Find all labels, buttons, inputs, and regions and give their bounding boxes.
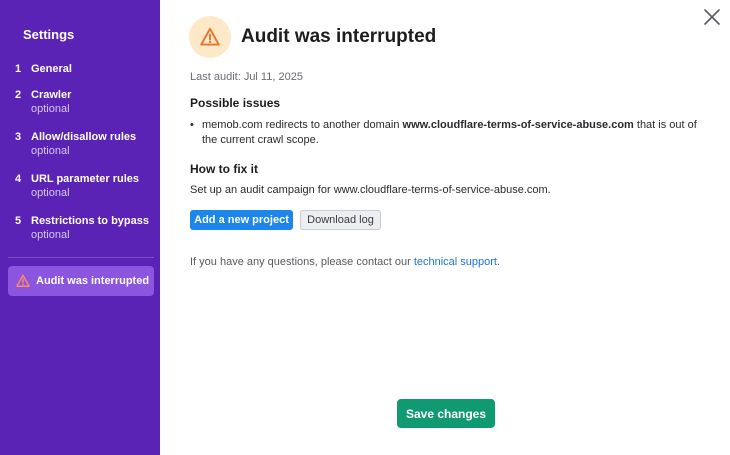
possible-issues-heading: Possible issues bbox=[190, 96, 281, 110]
warning-triangle-icon bbox=[16, 274, 30, 287]
issue-list-item: • memob.com redirects to another domain … bbox=[190, 118, 710, 148]
sidebar-title: Settings bbox=[23, 27, 75, 42]
save-changes-button[interactable]: Save changes bbox=[397, 399, 495, 428]
issue-text-prefix: memob.com redirects to another domain bbox=[202, 119, 403, 131]
step-label: General bbox=[31, 63, 72, 75]
step-optional-label: optional bbox=[31, 187, 70, 199]
issue-domain: www.cloudflare-terms-of-service-abuse.co… bbox=[402, 119, 634, 131]
add-new-project-button[interactable]: Add a new project bbox=[190, 210, 293, 230]
last-audit-date: Last audit: Jul 11, 2025 bbox=[190, 71, 303, 83]
sidebar-status-label: Audit was interrupted bbox=[36, 275, 150, 287]
fix-heading: How to fix it bbox=[190, 162, 258, 176]
technical-support-link[interactable]: technical support bbox=[414, 256, 497, 268]
bullet: • bbox=[190, 119, 194, 131]
step-label: URL parameter rules bbox=[31, 173, 140, 185]
step-number: 1 bbox=[15, 63, 22, 75]
step-number: 4 bbox=[15, 173, 22, 185]
warning-triangle-icon bbox=[200, 27, 220, 46]
step-optional-label: optional bbox=[31, 103, 70, 115]
step-number: 3 bbox=[15, 131, 22, 143]
sidebar-item-audit-interrupted[interactable]: Audit was interrupted bbox=[8, 266, 154, 296]
step-optional-label: optional bbox=[31, 229, 70, 241]
contact-text: If you have any questions, please contac… bbox=[190, 256, 500, 268]
contact-prefix: If you have any questions, please contac… bbox=[190, 256, 414, 268]
step-label: Crawler bbox=[31, 89, 72, 101]
sidebar-divider bbox=[8, 257, 154, 258]
sidebar: Settings 1 General 2 Crawler optional 3 … bbox=[0, 0, 160, 455]
close-icon[interactable] bbox=[703, 8, 721, 26]
header-warning-badge bbox=[189, 16, 231, 58]
fix-description: Set up an audit campaign for www.cloudfl… bbox=[190, 184, 551, 196]
step-number: 2 bbox=[15, 89, 22, 101]
page-title: Audit was interrupted bbox=[241, 26, 437, 47]
contact-suffix: . bbox=[496, 256, 501, 268]
download-log-button[interactable]: Download log bbox=[300, 210, 381, 230]
step-optional-label: optional bbox=[31, 145, 70, 157]
step-number: 5 bbox=[15, 215, 22, 227]
step-label: Restrictions to bypass bbox=[31, 215, 149, 227]
step-label: Allow/disallow rules bbox=[31, 131, 137, 143]
